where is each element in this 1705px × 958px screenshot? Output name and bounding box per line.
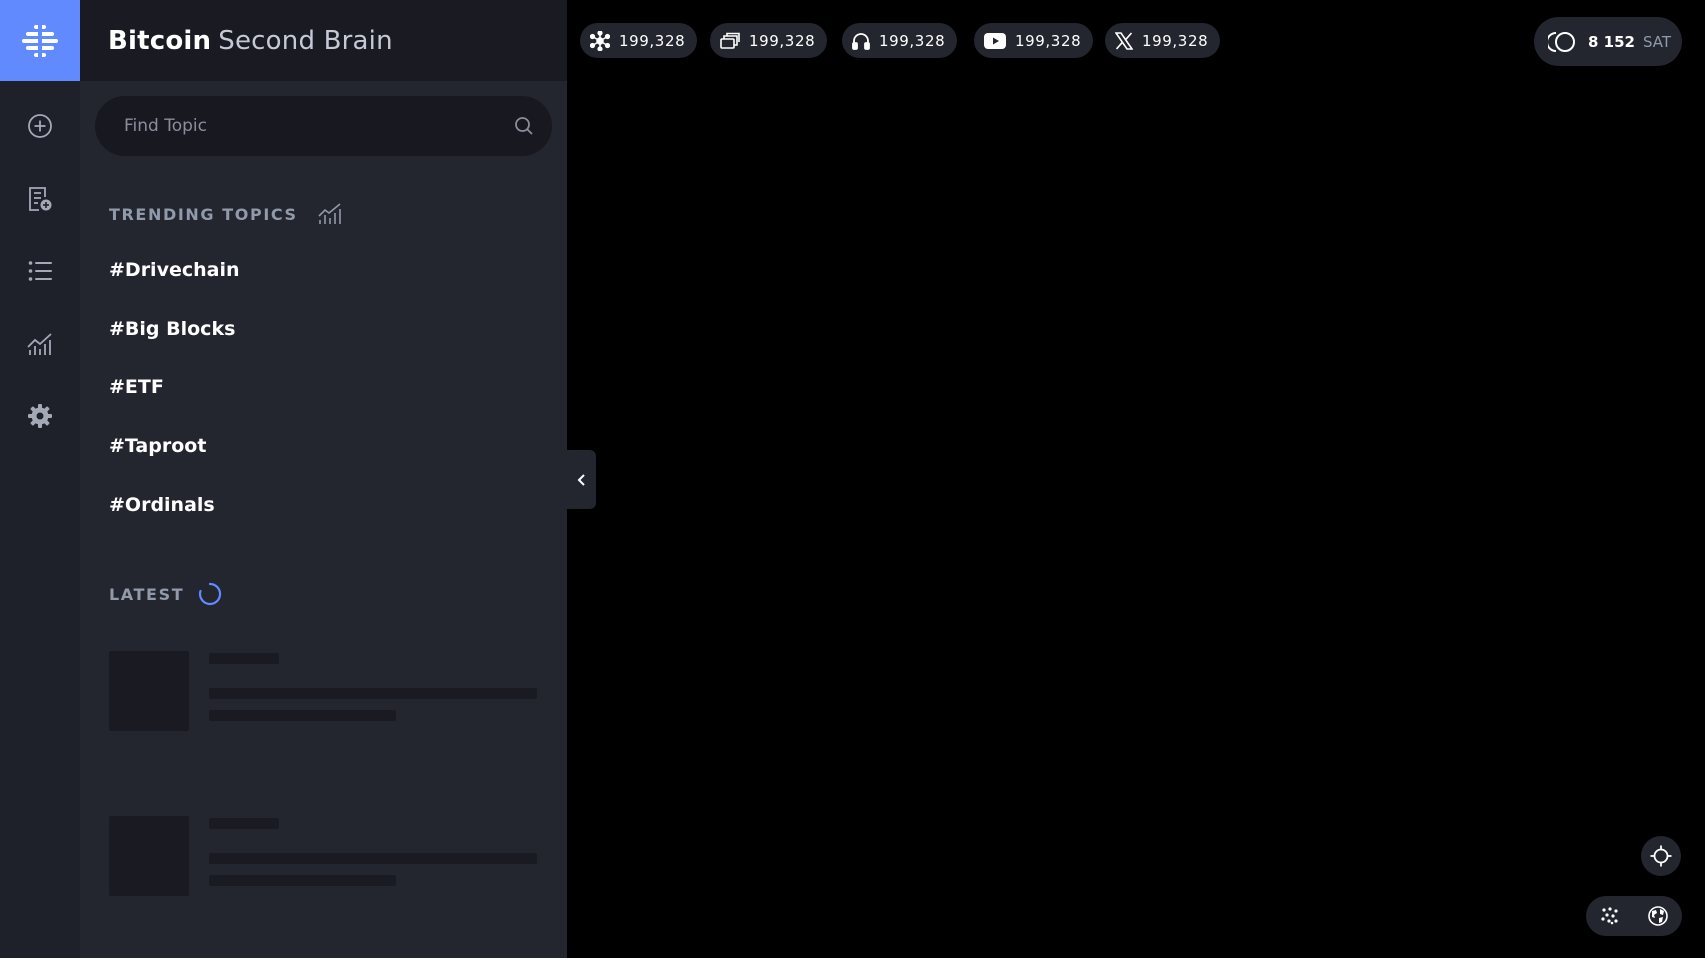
stat-podcasts-value: 199,328 (879, 31, 946, 50)
balance-unit: SAT (1642, 32, 1672, 51)
stat-x[interactable]: 199,328 (1105, 23, 1221, 58)
app-title: Bitcoin Second Brain (80, 0, 567, 81)
brand-subtitle: Second Brain (218, 25, 393, 56)
trending-topics-heading: TRENDING TOPICS (109, 203, 342, 225)
skeleton-line (209, 688, 537, 699)
latest-title: LATEST (109, 584, 185, 604)
stat-x-value: 199,328 (1142, 31, 1209, 50)
stat-podcasts[interactable]: 199,328 (842, 23, 958, 58)
collapse-sidebar-button[interactable] (567, 450, 596, 509)
nodes-icon (590, 30, 610, 51)
app-logo[interactable] (0, 0, 80, 81)
rail-add-button[interactable] (20, 106, 60, 146)
globe-view-button[interactable] (1634, 896, 1682, 936)
scatter-dots-icon (1601, 907, 1618, 925)
rail-trending-button[interactable] (20, 324, 60, 364)
stat-youtube-value: 199,328 (1015, 31, 1082, 50)
sidebar-panel: Bitcoin Second Brain TRENDING TOPICS (80, 0, 567, 958)
trending-topic-item[interactable]: #Taproot (109, 435, 206, 457)
episodes-icon (720, 32, 740, 49)
sats-icon (1548, 31, 1575, 52)
loading-spinner-icon (199, 582, 222, 606)
stat-episodes-value: 199,328 (749, 31, 816, 50)
trending-topic-item[interactable]: #ETF (109, 376, 164, 398)
latest-skeleton-card (109, 651, 539, 731)
rail-settings-button[interactable] (20, 396, 60, 436)
skeleton-line (209, 653, 279, 664)
trending-topic-item[interactable]: #Drivechain (109, 259, 240, 281)
skeleton-line (209, 818, 279, 829)
search-icon[interactable] (514, 116, 534, 136)
skeleton-thumbnail (109, 651, 189, 731)
skeleton-thumbnail (109, 816, 189, 896)
search-input[interactable] (124, 116, 514, 136)
skeleton-line (209, 853, 537, 864)
trending-topics-title: TRENDING TOPICS (109, 204, 298, 224)
globe-icon (1648, 906, 1668, 926)
trending-topic-item[interactable]: #Big Blocks (109, 318, 235, 340)
skeleton-line (209, 710, 396, 721)
chevron-left-icon (577, 473, 585, 486)
skeleton-line (209, 875, 396, 886)
trending-topic-item[interactable]: #Ordinals (109, 494, 215, 516)
add-circle-icon (28, 114, 52, 138)
podcast-icon (852, 32, 870, 50)
graph-view-button[interactable] (1586, 896, 1634, 936)
search-bar (95, 96, 552, 156)
trending-chart-icon (318, 203, 341, 224)
rail-add-source-button[interactable] (20, 179, 60, 219)
balance-badge[interactable]: 8 152 SAT (1534, 17, 1682, 66)
stat-nodes[interactable]: 199,328 (580, 23, 698, 58)
brain-logo-icon (22, 23, 58, 58)
latest-skeleton-card (109, 816, 539, 896)
stat-youtube[interactable]: 199,328 (974, 23, 1094, 58)
brand-name: Bitcoin (108, 25, 212, 56)
stat-nodes-value: 199,328 (619, 31, 686, 50)
rail-list-button[interactable] (20, 251, 60, 291)
icon-rail (0, 0, 80, 958)
youtube-icon (984, 32, 1006, 49)
app-root: Bitcoin Second Brain TRENDING TOPICS (0, 0, 1705, 958)
list-icon (28, 261, 52, 281)
stat-episodes[interactable]: 199,328 (710, 23, 828, 58)
latest-heading: LATEST (109, 582, 222, 606)
x-icon (1115, 31, 1133, 50)
gear-icon (28, 404, 52, 428)
view-mode-toggle (1586, 896, 1682, 936)
crosshair-icon (1650, 845, 1672, 867)
chart-icon (27, 333, 52, 355)
add-source-icon (29, 187, 52, 211)
recenter-button[interactable] (1641, 836, 1681, 876)
balance-value: 8 152 (1588, 32, 1635, 51)
